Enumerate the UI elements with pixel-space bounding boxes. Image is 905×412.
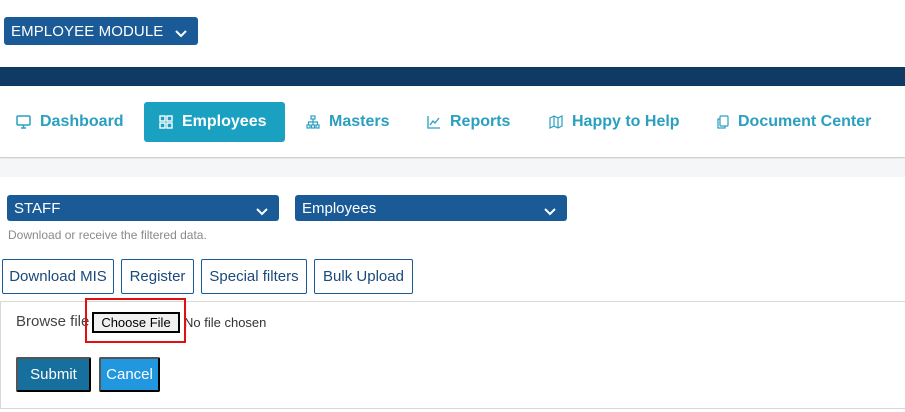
monitor-icon — [16, 115, 31, 129]
download-mis-button[interactable]: Download MIS — [2, 259, 114, 294]
grid-icon — [159, 115, 173, 129]
content-divider — [0, 159, 905, 177]
category-select[interactable]: STAFF — [7, 195, 279, 221]
nav-document-center-label: Document Center — [738, 113, 872, 130]
filter-hint: Download or receive the filtered data. — [8, 228, 207, 242]
type-select[interactable]: Employees — [295, 195, 567, 221]
main-nav: Dashboard Employees Masters Reports Happ… — [0, 86, 905, 158]
submit-button[interactable]: Submit — [16, 357, 91, 392]
cancel-button[interactable]: Cancel — [99, 357, 160, 392]
nav-masters-label: Masters — [329, 113, 390, 130]
file-status-text: No file chosen — [184, 315, 267, 330]
nav-document-center[interactable]: Document Center — [717, 102, 871, 142]
nav-reports[interactable]: Reports — [427, 102, 510, 142]
register-button[interactable]: Register — [121, 259, 194, 294]
header-bar — [0, 67, 905, 86]
hierarchy-icon — [306, 115, 320, 129]
chevron-down-icon — [544, 203, 556, 220]
nav-dashboard-label: Dashboard — [40, 113, 124, 130]
nav-employees-label: Employees — [182, 113, 267, 130]
chevron-down-icon — [256, 203, 268, 220]
nav-dashboard[interactable]: Dashboard — [16, 102, 124, 142]
choose-file-button[interactable]: Choose File — [92, 312, 180, 333]
nav-reports-label: Reports — [450, 113, 511, 130]
browse-file-label: Browse file — [16, 313, 90, 330]
bulk-upload-button[interactable]: Bulk Upload — [314, 259, 413, 294]
map-icon — [549, 115, 563, 129]
nav-happy-to-help[interactable]: Happy to Help — [549, 102, 680, 142]
nav-employees[interactable]: Employees — [144, 102, 285, 142]
category-select-value: STAFF — [14, 199, 61, 217]
chart-line-icon — [427, 115, 441, 129]
nav-happy-to-help-label: Happy to Help — [572, 113, 680, 130]
chevron-down-icon — [175, 25, 187, 42]
module-selector-value: EMPLOYEE MODULE — [11, 22, 164, 40]
copy-icon — [717, 115, 729, 129]
nav-masters[interactable]: Masters — [306, 102, 389, 142]
type-select-value: Employees — [302, 199, 377, 217]
special-filters-button[interactable]: Special filters — [201, 259, 307, 294]
module-selector[interactable]: EMPLOYEE MODULE — [4, 17, 198, 45]
